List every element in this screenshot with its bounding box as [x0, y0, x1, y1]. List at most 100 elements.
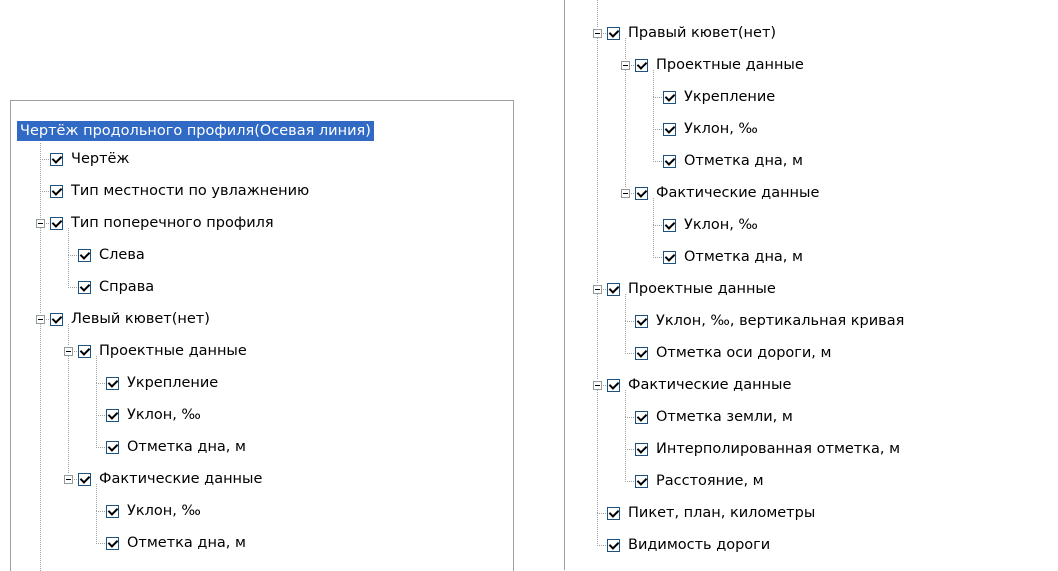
checkbox-checked-icon[interactable]	[607, 378, 620, 392]
tree-item-проектные-данные[interactable]: Проектные данные	[635, 53, 806, 77]
checkbox-checked-icon[interactable]	[106, 408, 119, 422]
tree-item-уклон[interactable]: Уклон, ‰	[106, 499, 203, 523]
tree-item-label: Отметка дна, м	[684, 153, 803, 169]
tree-item-уклон[interactable]: Уклон, ‰	[106, 403, 203, 427]
tree-item-label: Отметка дна, м	[684, 249, 803, 265]
tree-item-пикет-план-километры[interactable]: Пикет, план, километры	[607, 501, 817, 525]
tree-item-левый-кювет-нет[interactable]: Левый кювет(нет)	[50, 307, 212, 331]
tree-item-слева[interactable]: Слева	[78, 243, 147, 267]
tree-item-label: Видимость дороги	[628, 537, 771, 553]
tree-root-item[interactable]: Чертёж продольного профиля(Осевая линия)	[17, 119, 374, 143]
tree-item-label: Отметка дна, м	[127, 535, 246, 551]
tree-item-label: Справа	[99, 279, 155, 295]
checkbox-checked-icon[interactable]	[607, 26, 620, 40]
tree-item-отметка-дна-м[interactable]: Отметка дна, м	[106, 435, 248, 459]
tree-item-отметка-дна-м[interactable]: Отметка дна, м	[663, 245, 805, 269]
tree-item-правый-кювет-нет[interactable]: Правый кювет(нет)	[607, 21, 778, 45]
tree-item-label: Уклон, ‰	[127, 503, 201, 519]
collapse-minus-icon[interactable]	[593, 285, 602, 294]
tree-item-label: Уклон, ‰	[684, 217, 758, 233]
tree-item-label: Отметка оси дороги, м	[656, 345, 832, 361]
collapse-minus-icon[interactable]	[64, 475, 73, 484]
tree-item-проектные-данные[interactable]: Проектные данные	[607, 277, 778, 301]
checkbox-checked-icon[interactable]	[635, 410, 648, 424]
tree-item-label: Правый кювет(нет)	[628, 25, 777, 41]
checkbox-checked-icon[interactable]	[78, 344, 91, 358]
checkbox-checked-icon[interactable]	[635, 442, 648, 456]
checkbox-checked-icon[interactable]	[78, 248, 91, 262]
collapse-minus-icon[interactable]	[36, 219, 45, 228]
tree-item-тип-местности-по-увлажнению[interactable]: Тип местности по увлажнению	[50, 179, 311, 203]
tree-item-фактические-данные[interactable]: Фактические данные	[78, 467, 264, 491]
tree-item-отметка-земли-м[interactable]: Отметка земли, м	[635, 405, 795, 429]
tree-item-label: Отметка земли, м	[656, 409, 793, 425]
tree-item-отметка-оси-дороги-м[interactable]: Отметка оси дороги, м	[635, 341, 833, 365]
tree-item-label: Укрепление	[127, 375, 219, 391]
tree-item-уклон[interactable]: Уклон, ‰	[663, 117, 760, 141]
checkbox-checked-icon[interactable]	[106, 376, 119, 390]
checkbox-checked-icon[interactable]	[78, 472, 91, 486]
tree-panel-right[interactable]: Правый кювет(нет) Проектные данные Укрепле…	[564, 0, 1058, 570]
tree-item-уклон[interactable]: Уклон, ‰	[663, 213, 760, 237]
checkbox-checked-icon[interactable]	[663, 154, 676, 168]
tree-item-видимость-дороги[interactable]: Видимость дороги	[607, 533, 772, 557]
tree-item-label: Проектные данные	[628, 281, 776, 297]
tree-item-label: Уклон, ‰	[127, 407, 201, 423]
checkbox-checked-icon[interactable]	[635, 58, 648, 72]
tree-item-расстояние-м[interactable]: Расстояние, м	[635, 469, 766, 493]
checkbox-checked-icon[interactable]	[50, 216, 63, 230]
checkbox-checked-icon[interactable]	[106, 536, 119, 550]
tree-item-справа[interactable]: Справа	[78, 275, 156, 299]
checkbox-checked-icon[interactable]	[607, 282, 620, 296]
checkbox-checked-icon[interactable]	[607, 506, 620, 520]
tree-item-label: Проектные данные	[656, 57, 804, 73]
tree-item-label: Тип поперечного профиля	[71, 215, 274, 231]
tree-item-отметка-дна-м[interactable]: Отметка дна, м	[106, 531, 248, 555]
tree-nodes-right: Правый кювет(нет) Проектные данные Укрепле…	[565, 0, 1058, 570]
checkbox-checked-icon[interactable]	[106, 504, 119, 518]
tree-item-label: Отметка дна, м	[127, 439, 246, 455]
collapse-minus-icon[interactable]	[36, 315, 45, 324]
tree-item-интерполированная-отметка-м[interactable]: Интерполированная отметка, м	[635, 437, 902, 461]
tree-item-label: Уклон, ‰	[684, 121, 758, 137]
checkbox-checked-icon[interactable]	[50, 152, 63, 166]
tree-item-укрепление[interactable]: Укрепление	[106, 371, 220, 395]
checkbox-checked-icon[interactable]	[635, 346, 648, 360]
collapse-minus-icon[interactable]	[593, 29, 602, 38]
tree-item-label: Пикет, план, километры	[628, 505, 816, 521]
tree-item-label: Расстояние, м	[656, 473, 764, 489]
checkbox-checked-icon[interactable]	[663, 90, 676, 104]
tree-item-укрепление[interactable]: Укрепление	[663, 85, 777, 109]
tree-root-label: Чертёж продольного профиля(Осевая линия)	[17, 121, 374, 141]
checkbox-checked-icon[interactable]	[663, 218, 676, 232]
checkbox-checked-icon[interactable]	[635, 186, 648, 200]
collapse-minus-icon[interactable]	[621, 61, 630, 70]
checkbox-checked-icon[interactable]	[635, 474, 648, 488]
tree-item-фактические-данные[interactable]: Фактические данные	[607, 373, 793, 397]
checkbox-checked-icon[interactable]	[663, 122, 676, 136]
tree-item-label: Проектные данные	[99, 343, 247, 359]
tree-item-чертёж[interactable]: Чертёж	[50, 147, 132, 171]
tree-item-отметка-дна-м[interactable]: Отметка дна, м	[663, 149, 805, 173]
tree-item-label: Слева	[99, 247, 145, 263]
checkbox-checked-icon[interactable]	[50, 312, 63, 326]
tree-panel-left[interactable]: Чертёж продольного профиля(Осевая линия)…	[10, 100, 514, 571]
collapse-minus-icon[interactable]	[621, 189, 630, 198]
tree-item-label: Фактические данные	[99, 471, 263, 487]
checkbox-checked-icon[interactable]	[663, 250, 676, 264]
tree-item-label: Тип местности по увлажнению	[71, 183, 310, 199]
checkbox-checked-icon[interactable]	[78, 280, 91, 294]
tree-item-label: Левый кювет(нет)	[71, 311, 210, 327]
tree-item-тип-поперечного-профиля[interactable]: Тип поперечного профиля	[50, 211, 276, 235]
collapse-minus-icon[interactable]	[593, 381, 602, 390]
checkbox-checked-icon[interactable]	[635, 314, 648, 328]
checkbox-checked-icon[interactable]	[607, 538, 620, 552]
checkbox-checked-icon[interactable]	[50, 184, 63, 198]
checkbox-checked-icon[interactable]	[106, 440, 119, 454]
tree-item-уклон-вертикальная-кривая[interactable]: Уклон, ‰, вертикальная кривая	[635, 309, 906, 333]
collapse-minus-icon[interactable]	[64, 347, 73, 356]
tree-item-фактические-данные[interactable]: Фактические данные	[635, 181, 821, 205]
tree-item-label: Укрепление	[684, 89, 776, 105]
tree-item-проектные-данные[interactable]: Проектные данные	[78, 339, 249, 363]
tree-item-label: Уклон, ‰, вертикальная кривая	[656, 313, 905, 329]
